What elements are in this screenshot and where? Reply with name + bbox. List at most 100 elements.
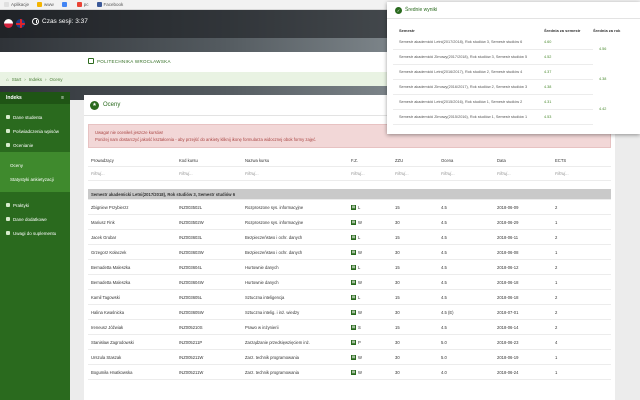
form-indicator: ▤ P [351,339,361,345]
averages-table: Semestr Średnia za semestr Średnia za ro… [393,28,634,132]
column-header[interactable]: ZZU [392,154,438,167]
table-cell: Hurtownie danych [242,274,348,290]
breadcrumb-indeks[interactable]: Indeks [29,77,42,82]
folder-icon [76,2,82,8]
column-header[interactable]: ECTS [552,154,611,167]
survey-form-icon[interactable]: ▤ [351,324,356,330]
form-cell: ▤ S [348,319,392,335]
filter-input[interactable]: Filtruj... [494,166,552,181]
table-cell: 4.5 [438,244,494,260]
english-flag-icon[interactable] [16,19,25,28]
column-header[interactable]: F.Z. [348,154,392,167]
table-cell: INZ005210S [176,319,242,335]
table-cell: Bogumiła Hnatkowska [88,364,176,380]
survey-form-icon[interactable]: ▤ [351,234,356,240]
semester-average: 4.31 [544,100,552,104]
table-cell: Bezpieczeństwo i ochr. danych [242,244,348,260]
form-indicator: ▤ W [351,279,362,285]
semester-name: Semestr akademicki Zimowy(2017/2018), Ro… [399,55,528,59]
averages-popup: ✓ Średnie wyniki Semestr Średnia za seme… [387,2,640,134]
filter-input[interactable]: Filtruj... [438,166,494,181]
university-logo[interactable]: POLITECHNIKA WROCŁAWSKA [88,58,171,64]
form-cell: ▤ W [348,349,392,365]
form-indicator: ▤ S [351,324,361,330]
table-cell: 2 [552,289,611,305]
table-cell: 4.5 [438,259,494,275]
year-average: 4.38 [599,77,607,81]
form-label: W [358,369,362,375]
table-cell: 1 [552,274,611,290]
form-label: W [358,279,362,285]
survey-form-icon[interactable]: ▤ [351,309,356,315]
survey-form-icon[interactable]: ▤ [351,339,356,345]
table-cell: 2018-06-19 [494,349,552,365]
table-cell: Bernadetta Maleszka [88,274,176,290]
form-label: W [358,354,362,360]
survey-form-icon[interactable]: ▤ [351,294,356,300]
column-header[interactable]: Prowadzący [88,154,176,167]
table-cell: 1 [552,244,611,260]
polish-flag-icon[interactable] [4,19,13,28]
column-header[interactable]: Nazwa kursu [242,154,348,167]
semester-name: Semestr akademicki Letni(2015/2016), Rok… [399,100,523,104]
sidebar-item-poswiadczenia[interactable]: Poświadczenia wpisów [0,124,70,138]
filter-input[interactable]: Filtruj... [552,166,611,181]
bookmark-facebook[interactable]: Facebook [96,2,123,8]
form-indicator: ▤ W [351,249,362,255]
column-header[interactable]: Data [494,154,552,167]
survey-form-icon[interactable]: ▤ [351,354,356,360]
sidebar-item-ocenianie[interactable]: Ocenianie [0,138,70,152]
filter-input[interactable]: Filtruj... [348,166,392,181]
popup-col-avg-semester: Średnia za semestr [544,28,581,33]
survey-form-icon[interactable]: ▤ [351,264,356,270]
list-item: Semestr akademicki Zimowy(2017/2018), Ro… [393,53,634,63]
bookmark-pc[interactable]: pc [76,2,89,8]
column-header[interactable]: Ocena [438,154,494,167]
table-cell: INZ005211W [176,349,242,365]
survey-form-icon[interactable]: ▤ [351,249,356,255]
form-indicator: ▤ L [351,264,361,270]
year-average: 4.42 [599,107,607,111]
table-row: Halina Kwaśnicka INZ003605W Sztuczna intel… [88,304,611,320]
survey-form-icon[interactable]: ▤ [351,204,356,210]
sidebar-item-statystyki[interactable]: Statystyki ankietyzacji [0,172,70,186]
divider [393,109,593,110]
bookmark-www[interactable]: www [37,2,54,8]
table-cell: Stanisław Zagrodowski [88,334,176,350]
survey-form-icon[interactable]: ▤ [351,279,356,285]
breadcrumb-start[interactable]: Start [12,77,22,82]
sidebar-item-oceny[interactable]: Oceny [0,158,70,172]
list-item: Semestr akademicki Letni(2016/2017), Rok… [393,68,634,78]
filter-input[interactable]: Filtruj... [176,166,242,181]
filter-input[interactable]: Filtruj... [88,166,176,181]
column-header[interactable]: Kod kursu [176,154,242,167]
facebook-icon [96,2,102,8]
semester-average: 4.37 [544,70,552,74]
folder-icon [37,2,43,8]
semester-average: 4.60 [544,40,552,44]
table-cell: Grzegorz Kołaczek [88,244,176,260]
year-average: 4.56 [599,47,607,51]
bookmark-apps[interactable]: Aplikacje [4,2,29,8]
sidebar-item-uwagi[interactable]: Uwagi do suplementu [0,226,70,240]
form-cell: ▤ L [348,229,392,245]
sidebar-item-dane-dodatkowe[interactable]: Dane dodatkowe [0,212,70,226]
survey-form-icon[interactable]: ▤ [351,219,356,225]
survey-form-icon[interactable]: ▤ [351,369,356,375]
page-title: Oceny [103,102,121,108]
menu-icon[interactable]: ≡ [61,95,64,101]
table-row: Kamil Tagowski INZ003605L Sztuczna intelig… [88,289,611,305]
bookmark-blank[interactable] [61,2,69,8]
table-cell: Zbigniew Przybierzz [88,199,176,215]
sidebar-item-dane-studenta[interactable]: Dane studenta [0,110,70,124]
table-cell: 2018-06-11 [494,229,552,245]
filter-input[interactable]: Filtruj... [242,166,348,181]
table-cell: 30 [392,274,438,290]
table-cell: INZ003603W [176,244,242,260]
table-cell: INZ003605W [176,304,242,320]
filter-input[interactable]: Filtruj... [392,166,438,181]
form-cell: ▤ L [348,289,392,305]
table-cell: 30 [392,304,438,320]
form-label: L [358,264,361,270]
sidebar-item-praktyki[interactable]: Praktyki [0,198,70,212]
